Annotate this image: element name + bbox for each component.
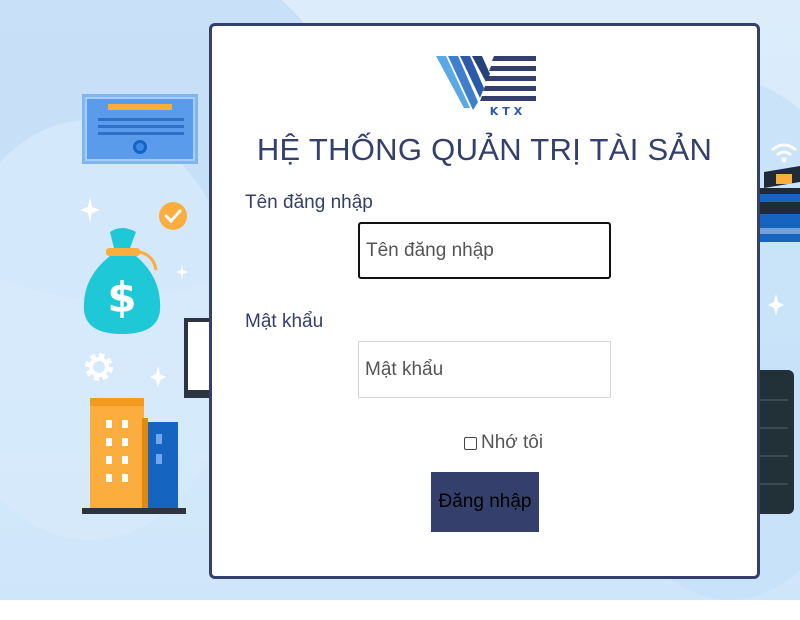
remember-checkbox[interactable]: [464, 436, 477, 450]
remember-label: Nhớ tôi: [481, 432, 544, 453]
sparkle-icon: [150, 366, 166, 388]
login-card: KTX HỆ THỐNG QUẢN TRỊ TÀI SẢN Tên đăng n…: [209, 23, 760, 579]
page-title: HỆ THỐNG QUẢN TRỊ TÀI SẢN: [256, 132, 713, 167]
sparkle-icon: [768, 294, 784, 316]
username-label: Tên đăng nhập: [245, 192, 373, 213]
ktx-logo: KTX: [436, 56, 536, 116]
username-input[interactable]: [358, 222, 611, 279]
svg-text:$: $: [107, 273, 136, 322]
logo-text: KTX: [490, 105, 527, 116]
sparkle-icon: [176, 264, 188, 280]
gear-icon: [85, 353, 113, 381]
password-input[interactable]: [358, 341, 611, 398]
sparkle-icon: [80, 197, 100, 223]
login-button[interactable]: Đăng nhập: [431, 472, 539, 532]
building-icon: [82, 398, 186, 514]
credit-card-icon: [756, 166, 800, 242]
server-icon: [754, 370, 794, 514]
wifi-icon: [771, 143, 797, 163]
password-label: Mật khẩu: [245, 311, 324, 332]
money-bag-icon: $: [83, 228, 161, 334]
remember-me[interactable]: Nhớ tôi: [464, 432, 543, 454]
certificate-icon: [82, 94, 198, 164]
